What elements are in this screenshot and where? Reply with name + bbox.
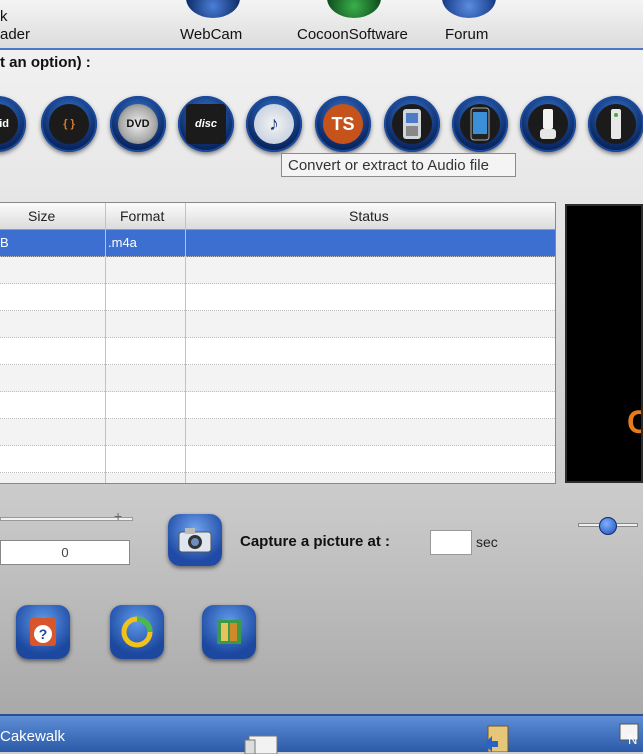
audio-extract-icon[interactable]: ♪: [246, 96, 302, 152]
update-button[interactable]: [110, 605, 164, 659]
capture-label: Capture a picture at :: [240, 533, 391, 550]
table-row[interactable]: [0, 365, 555, 392]
shortcut-icon[interactable]: [480, 724, 516, 752]
audio-extract-label: ♪: [254, 104, 294, 144]
cocoon-software-label[interactable]: CocoonSoftware: [297, 26, 408, 43]
matroska-icon-label: { }: [49, 104, 89, 144]
taskbar-partial-text: N: [628, 732, 638, 747]
column-format[interactable]: Format: [120, 208, 164, 224]
dvd-icon-label: DVD: [118, 104, 158, 144]
table-row[interactable]: [0, 392, 555, 419]
table-row[interactable]: [0, 473, 555, 483]
webcam-label[interactable]: WebCam: [180, 26, 242, 43]
camera-icon: [178, 528, 212, 553]
taskbar-item-cakewalk[interactable]: Cakewalk: [0, 728, 65, 745]
cell-format: .m4a: [108, 235, 137, 250]
column-size[interactable]: Size: [28, 208, 55, 224]
number-field[interactable]: 0: [0, 540, 130, 565]
preview-partial-text: C: [627, 404, 641, 441]
toolbar-partial-label: k: [0, 8, 8, 25]
seconds-label: sec: [476, 534, 498, 550]
column-status[interactable]: Status: [349, 208, 389, 224]
video-preview: C: [565, 204, 643, 483]
phone-icon[interactable]: [384, 96, 440, 152]
xbox-icon-graphic: [596, 104, 636, 144]
file-table: Size Format Status B .m4a: [0, 202, 556, 484]
top-toolbar: k ader WebCam CocoonSoftware Forum: [0, 0, 643, 50]
table-row[interactable]: [0, 284, 555, 311]
table-row[interactable]: [0, 419, 555, 446]
webcam-icon[interactable]: [186, 0, 240, 18]
xbox-icon[interactable]: [588, 96, 643, 152]
cell-size: B: [0, 235, 9, 250]
compact-disc-label: disc: [186, 104, 226, 144]
library-icon: [217, 620, 241, 644]
cocoon-icon[interactable]: [327, 0, 381, 18]
matroska-icon[interactable]: { }: [41, 96, 97, 152]
table-row[interactable]: [0, 446, 555, 473]
library-button[interactable]: [202, 605, 256, 659]
svg-text:?: ?: [39, 626, 48, 642]
slider-thumb[interactable]: +: [114, 508, 122, 524]
document-icon[interactable]: [243, 732, 283, 754]
tooltip: Convert or extract to Audio file: [281, 153, 516, 177]
smartphone-icon-graphic: [460, 104, 500, 144]
ts-icon-label: TS: [323, 104, 363, 144]
help-icon: ?: [30, 618, 56, 646]
column-divider: [185, 203, 186, 483]
ts-icon[interactable]: TS: [315, 96, 371, 152]
table-row[interactable]: B .m4a: [0, 230, 555, 257]
smartphone-icon[interactable]: [452, 96, 508, 152]
dvd-icon[interactable]: DVD: [110, 96, 166, 152]
ipod-dock-graphic: [528, 104, 568, 144]
column-divider: [105, 203, 106, 483]
table-row[interactable]: [0, 338, 555, 365]
ipod-dock-icon[interactable]: [520, 96, 576, 152]
xvid-icon-label: xvid: [0, 104, 18, 144]
forum-icon[interactable]: [442, 0, 496, 18]
help-button[interactable]: ?: [16, 605, 70, 659]
option-prompt: t an option) :: [0, 54, 91, 71]
toolbar-partial-label-downloader[interactable]: ader: [0, 26, 30, 43]
table-header: Size Format Status: [0, 203, 555, 230]
refresh-icon: [121, 616, 153, 648]
phone-icon-graphic: [392, 104, 432, 144]
volume-slider-thumb[interactable]: [599, 517, 617, 535]
compact-disc-icon[interactable]: disc: [178, 96, 234, 152]
table-row[interactable]: [0, 257, 555, 284]
taskbar: Cakewalk N: [0, 714, 643, 754]
capture-seconds-input[interactable]: [430, 530, 472, 555]
forum-label[interactable]: Forum: [445, 26, 488, 43]
capture-picture-button[interactable]: [168, 514, 222, 566]
table-row[interactable]: [0, 311, 555, 338]
